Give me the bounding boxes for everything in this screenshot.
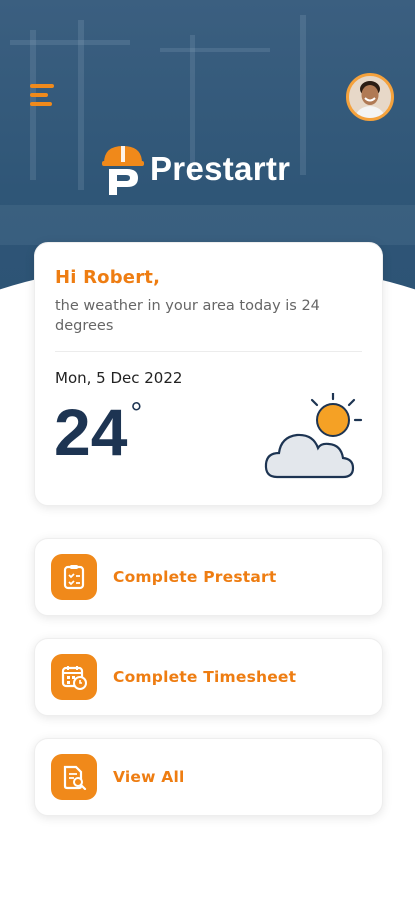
- document-search-icon: [51, 754, 97, 800]
- greeting-text: Hi Robert,: [55, 267, 161, 288]
- degree-symbol: °: [130, 397, 143, 430]
- background-dock: [0, 205, 415, 245]
- background-crane: [300, 15, 306, 175]
- background-crane: [10, 40, 130, 45]
- weather-message: the weather in your area today is 24 deg…: [55, 298, 320, 334]
- user-avatar[interactable]: [346, 73, 394, 121]
- app-name: Prestartr: [150, 150, 291, 187]
- view-all-label: View All: [113, 768, 185, 786]
- clipboard-checklist-icon: [51, 554, 97, 600]
- hamburger-menu-icon[interactable]: [30, 84, 58, 108]
- background-crane: [160, 48, 270, 52]
- weather-card: Hi Robert, the weather in your area toda…: [34, 242, 383, 506]
- background-crane: [78, 20, 84, 190]
- temperature-display: 24 °: [54, 395, 143, 469]
- hardhat-logo-icon: [102, 146, 144, 195]
- view-all-button[interactable]: View All: [34, 738, 383, 816]
- complete-prestart-label: Complete Prestart: [113, 568, 277, 586]
- app-logo: Prestartr: [100, 140, 290, 198]
- complete-timesheet-button[interactable]: Complete Timesheet: [34, 638, 383, 716]
- avatar-portrait-icon: [349, 76, 391, 118]
- temperature-value: 24: [54, 395, 128, 469]
- complete-prestart-button[interactable]: Complete Prestart: [34, 538, 383, 616]
- card-divider: [55, 351, 362, 352]
- complete-timesheet-label: Complete Timesheet: [113, 668, 297, 686]
- current-date: Mon, 5 Dec 2022: [55, 369, 183, 387]
- calendar-clock-icon: [51, 654, 97, 700]
- partly-cloudy-icon: [264, 393, 363, 479]
